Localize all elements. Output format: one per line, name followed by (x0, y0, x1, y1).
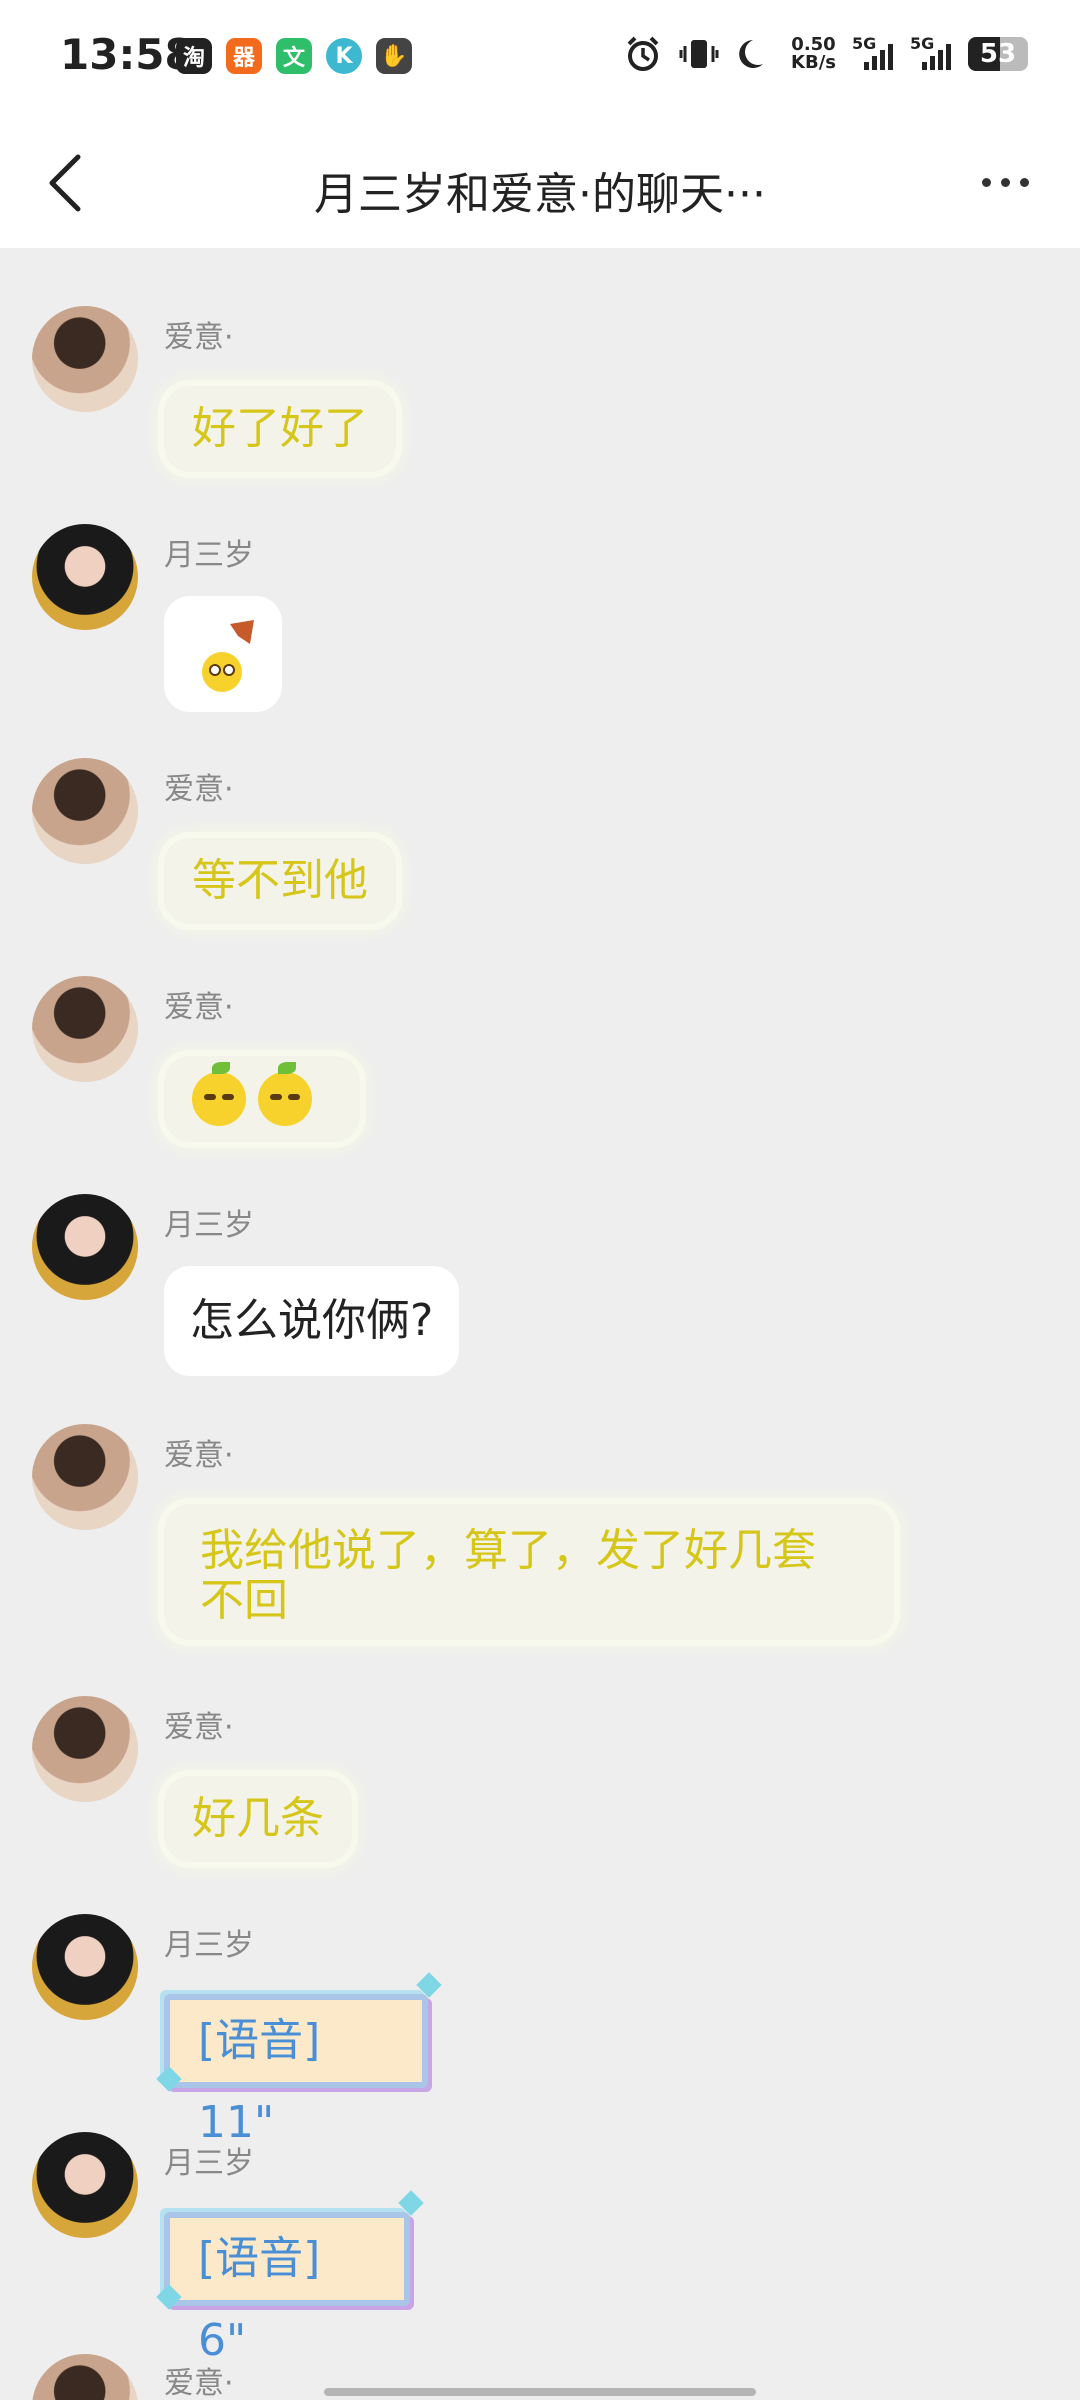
message-bubble[interactable]: 好几条 (164, 1776, 352, 1862)
sender-name: 爱意· (164, 772, 234, 807)
back-button[interactable] (36, 150, 96, 216)
avatar[interactable] (32, 1914, 138, 2020)
chat-message: 爱意· 好几条 (0, 1696, 1080, 1862)
avatar[interactable] (32, 524, 138, 630)
chat-message: 月三岁 [语音] 6" (0, 2132, 1080, 2366)
chat-message: 月三岁 (0, 524, 1080, 714)
sender-name: 爱意· (164, 2366, 234, 2400)
more-options-button[interactable] (970, 162, 1040, 202)
sticker-message[interactable] (164, 596, 282, 712)
alarm-icon (627, 36, 659, 71)
chat-message: 爱意· 我给他说了，算了，发了好几套 不回 (0, 1424, 1080, 1654)
chat-message: 爱意· 好了好了 (0, 306, 1080, 472)
message-text-line: 我给他说了，算了，发了好几套 (200, 1525, 816, 1576)
message-bubble[interactable]: 怎么说你俩? (164, 1266, 460, 1376)
more-dots-icon (981, 177, 991, 187)
signal-strength-sim2: 5G (910, 34, 952, 74)
avatar[interactable] (32, 1696, 138, 1802)
vibrate-icon (679, 40, 719, 68)
do-not-disturb-moon-icon (739, 40, 764, 68)
translate-icon: 文 (276, 38, 312, 74)
signal-bars-icon (864, 44, 893, 70)
k-app-icon: K (326, 38, 362, 74)
sender-name: 爱意· (164, 1438, 234, 1473)
signal-strength-sim1: 5G (852, 34, 894, 74)
message-text-line: 不回 (200, 1575, 288, 1626)
message-bubble[interactable]: 等不到他 (164, 838, 396, 924)
notification-icons: 淘 器 文 K ✋ (176, 38, 412, 74)
chevron-left-icon (49, 154, 81, 212)
avatar[interactable] (32, 2132, 138, 2238)
status-bar: 13:58 淘 器 文 K ✋ 0.50 KB/s 5G 5G 53 (0, 0, 1080, 120)
chat-message: 月三岁 怎么说你俩? (0, 1194, 1080, 1376)
sender-name: 月三岁 (164, 2146, 254, 2181)
page-title: 月三岁和爱意·的聊天··· (314, 169, 766, 220)
handshake-icon: ✋ (376, 38, 412, 74)
sticker-emoji-icon (202, 620, 254, 692)
chat-message: 爱意· 等不到他 (0, 758, 1080, 924)
status-time: 13:58 (60, 30, 194, 79)
chat-header: 月三岁和爱意·的聊天··· (0, 120, 1080, 248)
lemon-face-emoji-icon (258, 1062, 312, 1126)
avatar[interactable] (32, 758, 138, 864)
avatar[interactable] (32, 2354, 138, 2400)
network-speed: 0.50 KB/s (791, 36, 836, 72)
chat-message: 月三岁 [语音] 11" (0, 1914, 1080, 2148)
voice-message[interactable]: [语音] 6" (164, 2212, 410, 2366)
sender-name: 月三岁 (164, 538, 254, 573)
sender-name: 爱意· (164, 990, 234, 1025)
avatar[interactable] (32, 306, 138, 412)
avatar[interactable] (32, 1424, 138, 1530)
battery-indicator: 53 (968, 37, 1028, 71)
sender-name: 月三岁 (164, 1928, 254, 1963)
sender-name: 爱意· (164, 320, 234, 355)
taobao-icon: 淘 (176, 38, 212, 74)
sender-name: 月三岁 (164, 1208, 254, 1243)
home-indicator[interactable] (324, 2388, 756, 2396)
network-speed-unit: KB/s (791, 52, 836, 73)
emoji-message[interactable] (164, 1056, 360, 1142)
status-indicators: 0.50 KB/s 5G 5G 53 (623, 34, 1028, 74)
message-bubble[interactable]: 好了好了 (164, 386, 396, 472)
chat-message: 爱意· (0, 976, 1080, 1142)
signal-bars-icon (922, 44, 951, 70)
voice-message[interactable]: [语音] 11" (164, 1994, 428, 2148)
sender-name: 爱意· (164, 1710, 234, 1745)
kuaishou-icon: 器 (226, 38, 262, 74)
battery-level: 53 (979, 39, 1017, 69)
avatar[interactable] (32, 976, 138, 1082)
avatar[interactable] (32, 1194, 138, 1300)
lemon-face-emoji-icon (192, 1062, 246, 1126)
message-bubble[interactable]: 我给他说了，算了，发了好几套 不回 (164, 1504, 894, 1640)
